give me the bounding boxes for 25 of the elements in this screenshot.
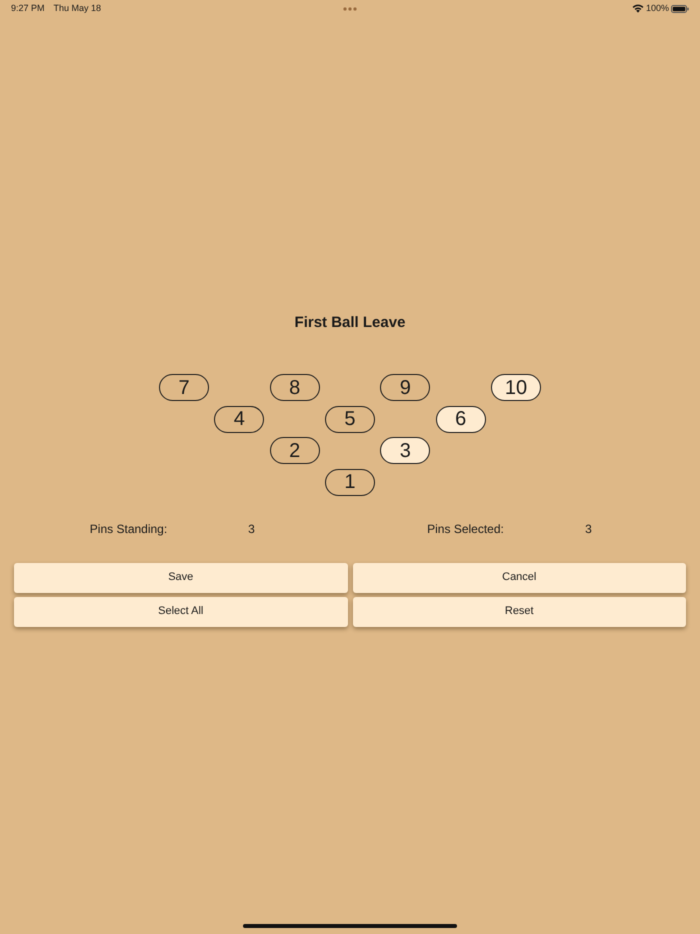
status-time: 9:27 PM xyxy=(11,2,45,15)
page-title: First Ball Leave xyxy=(294,313,406,333)
pin-button[interactable]: 2 xyxy=(270,437,320,464)
pin-button[interactable]: 6 xyxy=(436,406,486,432)
action-button[interactable]: Reset xyxy=(352,596,686,626)
pin-button[interactable]: 3 xyxy=(380,437,430,464)
pin-button[interactable]: 9 xyxy=(380,374,430,401)
more-dots-icon xyxy=(343,6,357,10)
pin-button[interactable]: 4 xyxy=(214,406,264,432)
stat-label: Pins Selected: xyxy=(427,520,504,536)
pin-button[interactable]: 8 xyxy=(270,374,320,401)
status-date: Thu May 18 xyxy=(54,2,102,15)
battery-percent: 100% xyxy=(646,2,669,15)
stat-value: 3 xyxy=(585,520,592,536)
pin-button[interactable]: 5 xyxy=(324,406,375,432)
action-button[interactable]: Select All xyxy=(14,596,348,626)
pin-button[interactable]: 10 xyxy=(490,374,541,401)
action-button[interactable]: Cancel xyxy=(352,562,686,592)
action-button[interactable]: Save xyxy=(14,562,348,592)
battery-icon xyxy=(671,4,689,12)
stat-value: 3 xyxy=(248,520,255,536)
pin-button[interactable]: 1 xyxy=(324,468,375,496)
pin-button[interactable]: 7 xyxy=(159,374,209,401)
stat-label: Pins Standing: xyxy=(90,520,168,536)
wifi-icon xyxy=(632,4,644,13)
